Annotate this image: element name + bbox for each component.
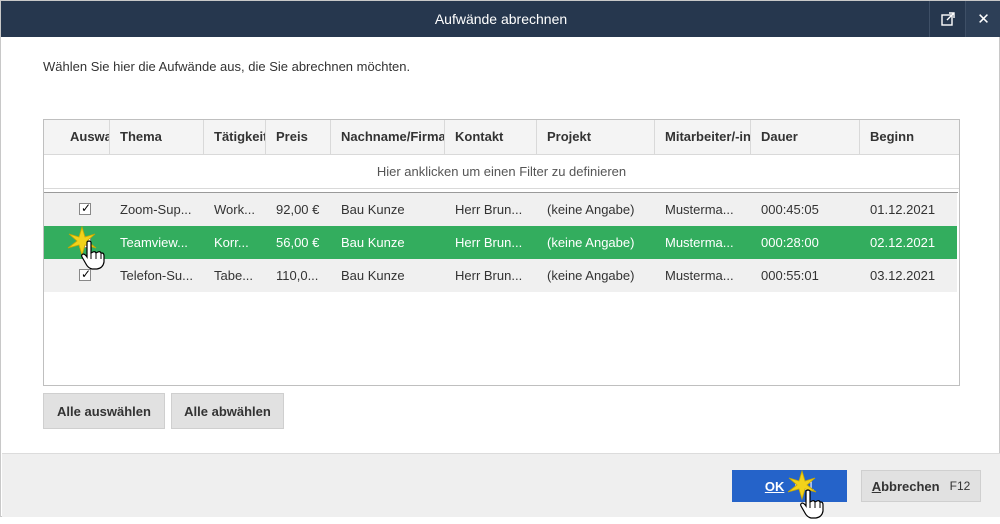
- select-all-button[interactable]: Alle auswählen: [43, 393, 165, 429]
- effort-grid: Auswahl Thema Tätigkeit Preis Nachname/F…: [43, 119, 960, 386]
- cell-thema: Telefon-Su...: [120, 268, 193, 283]
- cancel-button[interactable]: Abbrechen F12: [861, 470, 981, 502]
- cell-nachname: Bau Kunze: [341, 268, 405, 283]
- cell-taetigkeit: Tabe...: [214, 268, 254, 283]
- cell-dauer: 000:45:05: [761, 202, 819, 217]
- column-header-auswahl[interactable]: Auswahl: [44, 120, 110, 154]
- cell-beginn: 01.12.2021: [870, 202, 936, 217]
- column-header-kontakt[interactable]: Kontakt: [445, 120, 537, 154]
- dialog-window: Aufwände abrechnen ✕ Wählen Sie hier die…: [0, 0, 1000, 517]
- grid-header: Auswahl Thema Tätigkeit Preis Nachname/F…: [44, 120, 959, 155]
- cell-preis: 110,0...: [276, 268, 319, 283]
- row-checkbox[interactable]: ✓: [79, 267, 91, 281]
- cell-nachname: Bau Kunze: [341, 235, 405, 250]
- title-bar: Aufwände abrechnen ✕: [1, 1, 1000, 37]
- column-header-taetigkeit[interactable]: Tätigkeit: [204, 120, 266, 154]
- cancel-button-label: Abbrechen: [871, 478, 940, 494]
- cell-projekt: (keine Angabe): [547, 235, 635, 250]
- cell-preis: 56,00 €: [276, 235, 320, 250]
- cell-projekt: (keine Angabe): [547, 202, 635, 217]
- deselect-all-button[interactable]: Alle abwählen: [171, 393, 284, 429]
- table-row[interactable]: ✓ Telefon-Su... Tabe... 110,0... Bau Kun…: [44, 259, 957, 292]
- column-header-nachname[interactable]: Nachname/Firma: [331, 120, 445, 154]
- column-header-preis[interactable]: Preis: [266, 120, 331, 154]
- table-row[interactable]: ✓ Zoom-Sup... Work... 92,00 € Bau Kunze …: [44, 193, 957, 226]
- cell-beginn: 02.12.2021: [870, 235, 936, 250]
- cell-preis: 92,00 €: [276, 202, 320, 217]
- cell-mitarbeiter: Musterma...: [665, 202, 734, 217]
- filter-row[interactable]: Hier anklicken um einen Filter zu defini…: [44, 155, 959, 189]
- cell-mitarbeiter: Musterma...: [665, 235, 734, 250]
- cancel-button-shortcut: F12: [949, 479, 971, 493]
- instruction-text: Wählen Sie hier die Aufwände aus, die Si…: [43, 59, 411, 74]
- cell-mitarbeiter: Musterma...: [665, 268, 734, 283]
- column-header-projekt[interactable]: Projekt: [537, 120, 655, 154]
- cell-taetigkeit: Work...: [214, 202, 255, 217]
- hand-cursor-icon: [800, 489, 824, 519]
- cell-kontakt: Herr Brun...: [455, 235, 523, 250]
- column-header-dauer[interactable]: Dauer: [751, 120, 860, 154]
- cell-dauer: 000:55:01: [761, 268, 819, 283]
- cell-dauer: 000:28:00: [761, 235, 819, 250]
- row-checkbox[interactable]: ✓: [79, 201, 92, 215]
- cell-taetigkeit: Korr...: [214, 235, 249, 250]
- cell-nachname: Bau Kunze: [341, 202, 405, 217]
- cell-kontakt: Herr Brun...: [455, 202, 523, 217]
- table-row-selected[interactable]: ✓ Teamview... Korr... 56,00 € Bau Kunze …: [44, 226, 957, 259]
- ok-button-label: OK: [764, 478, 785, 494]
- column-header-mitarbeiter[interactable]: Mitarbeiter/-in: [655, 120, 751, 154]
- close-button[interactable]: ✕: [965, 1, 1000, 37]
- column-header-beginn[interactable]: Beginn: [860, 120, 959, 154]
- cell-thema: Zoom-Sup...: [120, 202, 192, 217]
- popout-icon: [940, 12, 955, 26]
- cell-beginn: 03.12.2021: [870, 268, 936, 283]
- cell-kontakt: Herr Brun...: [455, 268, 523, 283]
- dialog-footer: OK F11 Abbrechen F12: [2, 453, 1000, 517]
- cell-projekt: (keine Angabe): [547, 268, 635, 283]
- popout-button[interactable]: [929, 1, 965, 37]
- column-header-thema[interactable]: Thema: [110, 120, 204, 154]
- close-icon: ✕: [977, 11, 990, 28]
- window-title: Aufwände abrechnen: [434, 11, 568, 27]
- check-icon: ✓: [81, 201, 92, 215]
- cell-thema: Teamview...: [120, 235, 188, 250]
- hand-cursor-icon: [81, 240, 105, 270]
